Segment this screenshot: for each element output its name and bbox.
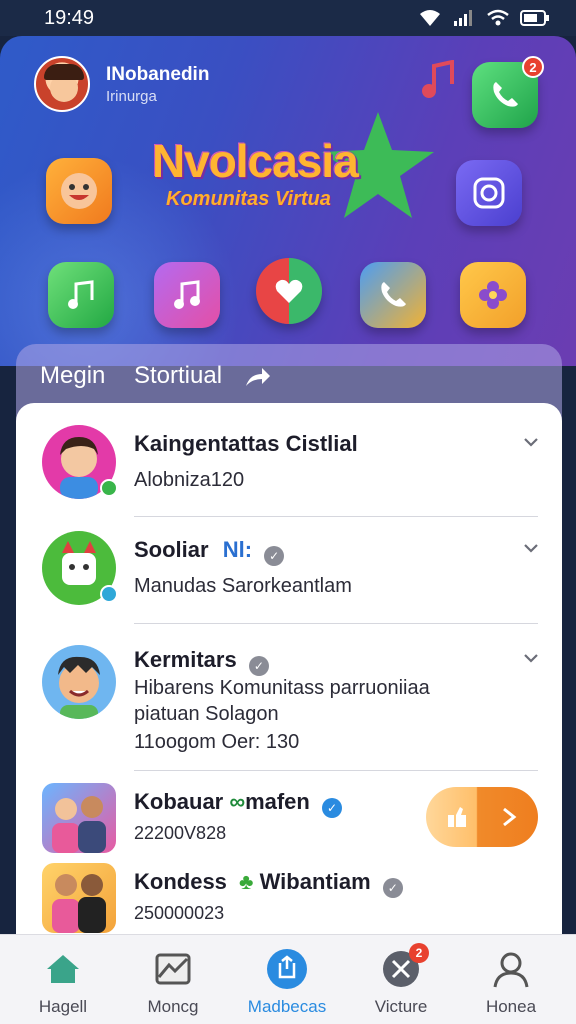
avatar	[42, 645, 116, 719]
list-item[interactable]: Kondess ♣ Wibantiam ✓ 250000023	[16, 861, 562, 941]
row-title-text: Sooliar	[134, 537, 209, 562]
tab-first[interactable]: Megin	[40, 362, 105, 390]
list-item[interactable]: Kermitars ✓ Hibarens Komunitass parruoni…	[16, 637, 562, 767]
community-list: Kaingentattas Cistlial Alobniza120 Sooli…	[16, 403, 562, 943]
camera-app-icon[interactable]	[456, 160, 522, 226]
music-app-icon-purple[interactable]	[154, 262, 220, 328]
divider	[134, 516, 538, 517]
verified-icon: ✓	[382, 878, 403, 898]
row-subtitle: Alobniza120	[134, 469, 245, 491]
status-bar: 19:49	[0, 0, 576, 36]
row-title: Kondess ♣ Wibantiam ✓	[134, 869, 403, 898]
row-title-text: Kobauar	[134, 789, 224, 814]
row-title-text: Kermitars	[134, 647, 237, 672]
bottom-navigation: Hagell Moncg Madbecas 2 Victure Honea	[0, 934, 576, 1024]
flower-app-icon[interactable]	[460, 262, 526, 328]
signal-icon	[454, 10, 472, 26]
share-icon[interactable]	[242, 362, 272, 392]
row-title: Kermitars ✓	[134, 647, 269, 676]
row-subtitle: Manudas Sarorkeantlam	[134, 575, 352, 597]
row-line-1: Hibarens Komunitass parruoniiaa	[134, 677, 430, 699]
user-name: INobanedin	[106, 64, 210, 85]
chevron-down-icon[interactable]	[522, 539, 540, 557]
row-title: Kobauar ∞mafen ✓	[134, 789, 342, 818]
row-subtitle: 250000023	[134, 903, 225, 923]
home-icon	[43, 949, 83, 989]
nav-item-victure[interactable]: 2 Victure	[346, 943, 456, 1017]
nav-item-profile[interactable]: Honea	[456, 949, 566, 1017]
open-button[interactable]	[426, 787, 538, 847]
divider	[134, 770, 538, 771]
avatar	[42, 783, 116, 853]
nav-item-messages[interactable]: Moncg	[118, 949, 228, 1017]
nav-item-home[interactable]: Hagell	[8, 949, 118, 1017]
chevron-down-icon[interactable]	[522, 649, 540, 667]
notification-badge: 2	[522, 56, 544, 78]
user-icon	[491, 949, 531, 989]
status-icon	[100, 585, 118, 603]
nav-label: Victure	[374, 997, 428, 1016]
nav-label: Madbecas	[247, 997, 327, 1016]
leaf-icon: ♣	[239, 869, 254, 894]
wifi-icon-2	[487, 9, 509, 26]
tools-icon: 2	[381, 943, 429, 989]
row-line-2: piatuan Solagon	[134, 703, 279, 725]
upload-icon	[267, 949, 307, 989]
row-subtitle: 22200V828	[134, 823, 227, 843]
chevron-right-icon	[503, 807, 517, 827]
heart-app-icon[interactable]	[256, 258, 322, 324]
nav-label: Hagell	[38, 997, 88, 1016]
row-title-highlight: Wibantiam	[259, 869, 371, 894]
phone-app-icon[interactable]: 2	[472, 56, 544, 128]
row-line-3: 11oogom Oer: 130	[134, 731, 300, 753]
verified-icon: ✓	[321, 798, 342, 818]
brand-title: Nvolcasia	[152, 135, 359, 187]
verified-icon: ✓	[248, 656, 269, 676]
tab-second[interactable]: Stortiual	[134, 362, 222, 390]
notification-badge: 2	[409, 943, 429, 963]
mail-icon	[153, 949, 193, 989]
user-subtitle: Irinurga	[106, 88, 157, 105]
avatar	[42, 863, 116, 933]
row-title-highlight: ∞mafen	[229, 789, 310, 814]
nav-label: Honea	[485, 997, 537, 1016]
row-title: Sooliar Nl: ✓	[134, 537, 285, 566]
verified-icon: ✓	[264, 546, 285, 566]
status-time: 19:49	[44, 6, 95, 29]
wifi-icon	[420, 10, 440, 26]
nav-item-active[interactable]: Madbecas	[232, 949, 342, 1017]
online-status-icon	[100, 479, 118, 497]
nav-label: Moncg	[147, 997, 199, 1016]
brand-subtitle: Komunitas Virtua	[166, 188, 331, 210]
divider	[134, 623, 538, 624]
music-app-icon-green[interactable]	[48, 262, 114, 328]
list-item[interactable]: Kaingentattas Cistlial Alobniza120	[16, 423, 562, 519]
row-title-text: Kondess	[134, 869, 227, 894]
battery-icon	[520, 10, 549, 26]
music-note-icon	[422, 60, 454, 98]
call-app-icon[interactable]	[360, 262, 426, 328]
status-icons	[418, 9, 550, 27]
thumb-icon	[448, 807, 466, 827]
chevron-down-icon[interactable]	[522, 433, 540, 451]
list-item[interactable]: Kobauar ∞mafen ✓ 22200V828	[16, 781, 562, 861]
row-title: Kaingentattas Cistlial	[134, 431, 358, 456]
smiley-app-icon[interactable]	[46, 158, 112, 224]
hero-banner: INobanedin Irinurga Nvolcasia Komunitas …	[0, 36, 576, 366]
list-item[interactable]: Sooliar Nl: ✓ Manudas Sarorkeantlam	[16, 529, 562, 625]
user-avatar[interactable]	[34, 56, 90, 112]
row-title-highlight: Nl:	[222, 537, 253, 562]
